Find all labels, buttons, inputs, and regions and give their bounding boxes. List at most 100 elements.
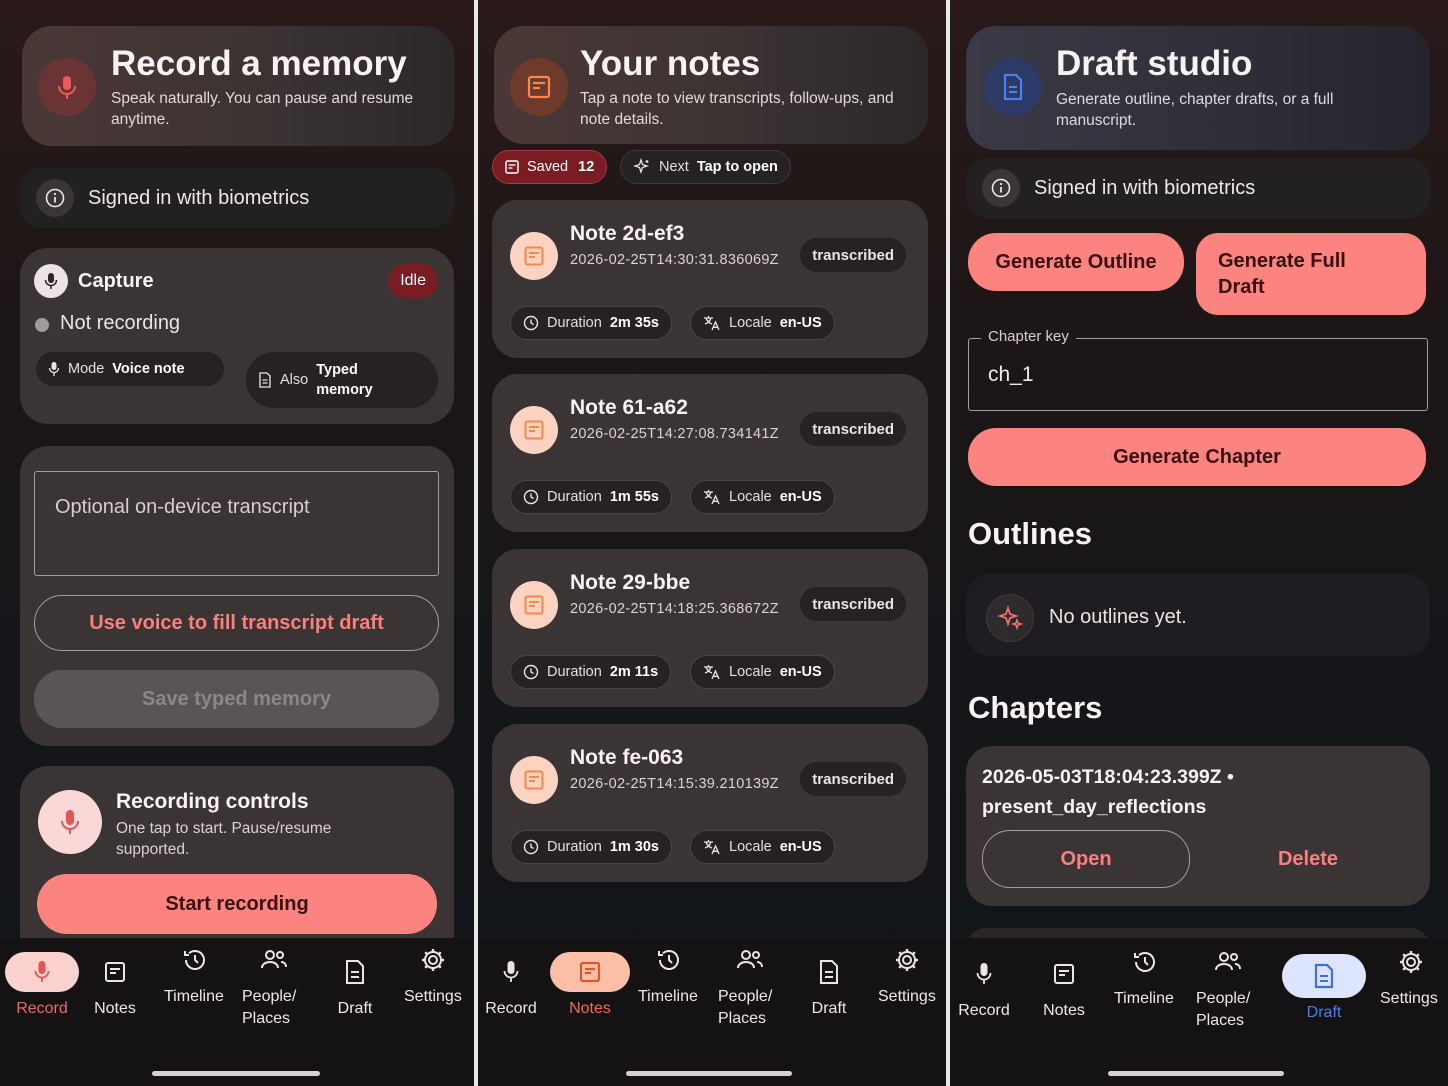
also-chip[interactable]: Also Typed memory [246,352,438,408]
clock-icon [523,664,539,680]
notes-icon [524,420,544,440]
next-chip[interactable]: Next Tap to open [620,150,791,184]
nav-timeline[interactable]: Timeline [1110,942,1180,1010]
history-icon [1134,952,1155,972]
clock-icon [523,315,539,331]
nav-people-places[interactable]: People/ Places [238,940,310,1030]
saved-chip[interactable]: Saved 12 [492,150,608,184]
nav-record[interactable]: Record [4,952,80,1020]
nav-draft-icon-wrap [809,952,849,992]
list-item[interactable]: Note fe-063 2026-02-25T14:15:39.210139Z … [492,724,928,882]
document-icon [258,372,272,388]
notes-icon [1054,964,1074,984]
draft-header-card: Draft studio Generate outline, chapter d… [966,26,1430,150]
locale-label: Locale [729,315,772,331]
nav-active-indicator [1282,954,1366,998]
list-item[interactable]: Note 2d-ef3 2026-02-25T14:30:31.836069Z … [492,200,928,358]
nav-notes[interactable]: Notes [1034,954,1094,1022]
nav-draft-icon-wrap [335,952,375,992]
nav-record[interactable]: Record [482,952,540,1020]
notes-header-icon-circle [510,58,568,116]
sparkle-icon [633,158,651,176]
nav-timeline-label: Timeline [1114,990,1174,1007]
locale-chip: Locale en-US [690,480,835,514]
nav-timeline[interactable]: Timeline [634,940,704,1008]
nav-settings-label: Settings [404,988,462,1005]
nav-notes-label: Notes [94,1000,136,1017]
notes-screen: Your notes Tap a note to view transcript… [478,0,946,1086]
gear-icon [896,949,918,971]
chapter-title: 2026-05-03T18:04:23.399Z • present_day_r… [982,766,1234,818]
generate-chapter-button[interactable]: Generate Chapter [968,428,1426,486]
nav-record-label: Record [485,1000,537,1017]
nav-notes[interactable]: Notes [84,952,146,1020]
note-timestamp: 2026-02-25T14:27:08.734141Z [570,426,779,442]
open-button[interactable]: Open [982,830,1190,888]
nav-people-label: People/ Places [718,988,773,1027]
status-badge: transcribed [800,238,906,272]
nav-notes[interactable]: Notes [550,952,630,1020]
chapter-key-value: ch_1 [988,363,1034,386]
outlines-empty-text: No outlines yet. [1049,606,1187,628]
nav-draft[interactable]: Draft [1282,954,1366,1024]
duration-label: Duration [547,664,602,680]
duration-label: Duration [547,315,602,331]
nav-settings[interactable]: Settings [1376,942,1446,1010]
info-icon [36,179,74,217]
duration-label: Duration [547,839,602,855]
nav-settings[interactable]: Settings [872,940,942,1008]
note-title: Note 2d-ef3 [570,222,685,245]
people-icon [737,950,763,969]
notes-icon [505,160,519,174]
nav-timeline-label: Timeline [164,988,224,1005]
locale-value: en-US [779,839,822,855]
start-recording-button[interactable]: Start recording [37,874,437,934]
voice-fill-button[interactable]: Use voice to fill transcript draft [34,595,439,651]
nav-timeline[interactable]: Timeline [160,940,230,1008]
list-item[interactable]: Note 61-a62 2026-02-25T14:27:08.734141Z … [492,374,928,532]
save-typed-button[interactable]: Save typed memory [34,670,439,728]
saved-label: Saved [527,159,569,175]
nav-notes-icon-wrap [1044,954,1084,994]
nav-record[interactable]: Record [954,954,1014,1022]
page-subtitle: Tap a note to view transcripts, follow-u… [580,90,894,128]
nav-record-icon-wrap [964,954,1004,994]
outlines-empty-card: No outlines yet. [966,574,1430,656]
locale-chip: Locale en-US [690,655,835,689]
nav-people-label: People/ Places [1196,990,1251,1029]
locale-value: en-US [779,489,822,505]
generate-full-draft-button[interactable]: Generate Full Draft [1196,233,1426,315]
nav-settings[interactable]: Settings [398,940,468,1008]
nav-people-places[interactable]: People/ Places [1192,942,1264,1032]
chapter-card[interactable]: 2026-05-03T18:04:23.399Z • present_day_r… [966,746,1430,906]
draft-screen: Draft studio Generate outline, chapter d… [950,0,1448,1086]
mic-icon [48,361,60,377]
note-title: Note 61-a62 [570,396,688,419]
nav-draft[interactable]: Draft [326,952,384,1020]
note-icon-circle [510,756,558,804]
locale-value: en-US [779,664,822,680]
biometrics-text: Signed in with biometrics [88,186,310,209]
nav-settings-icon-wrap [413,940,453,980]
document-icon [1003,73,1023,101]
duration-chip: Duration 2m 11s [510,655,672,689]
nav-draft-label: Draft [337,1000,373,1017]
status-badge: transcribed [800,587,906,621]
nav-active-indicator [550,952,630,992]
delete-button[interactable]: Delete [1200,830,1416,888]
draft-header-icon-circle [984,58,1042,116]
mic-icon [976,963,992,984]
nav-people-places[interactable]: People/ Places [714,940,786,1030]
note-title: Note 29-bbe [570,571,691,594]
transcript-input[interactable]: Optional on-device transcript [34,471,439,576]
mode-chip[interactable]: Mode Voice note [36,352,224,386]
chapter-key-label: Chapter key [981,328,1076,345]
list-item[interactable]: Note 29-bbe 2026-02-25T14:18:25.368672Z … [492,549,928,707]
outlines-empty-icon-circle [986,594,1034,642]
generate-outline-button[interactable]: Generate Outline [968,233,1184,291]
notes-icon [524,595,544,615]
nav-people-icon-wrap [1208,942,1248,982]
chapter-key-field[interactable]: Chapter key ch_1 [968,328,1428,411]
notes-icon [524,246,544,266]
nav-draft[interactable]: Draft [800,952,858,1020]
